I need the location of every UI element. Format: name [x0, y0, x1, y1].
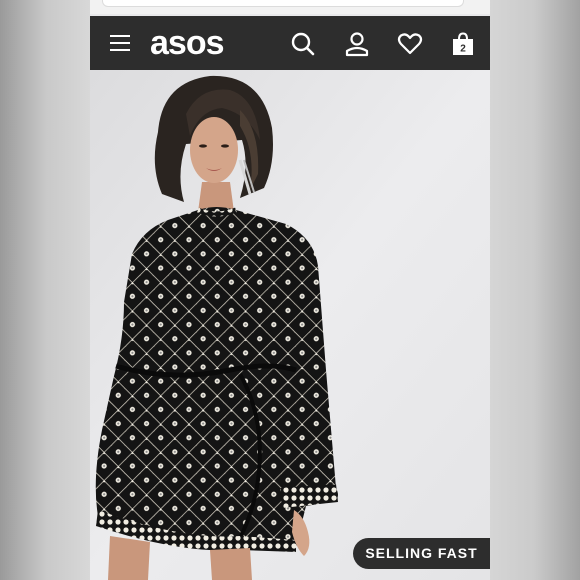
bag-count: 2 — [460, 44, 466, 55]
address-field[interactable] — [102, 0, 464, 7]
product-image[interactable] — [90, 70, 490, 580]
model-photo — [90, 70, 490, 580]
asos-logo[interactable]: asos — [150, 23, 224, 63]
selling-fast-badge: SELLING FAST — [353, 538, 490, 569]
bag-icon[interactable]: 2 — [450, 31, 476, 57]
site-header: asos 2 — [90, 16, 490, 70]
phone-screen: asos 2 SELLING FAST — [90, 0, 490, 580]
account-icon[interactable] — [344, 31, 370, 57]
browser-url-bar — [90, 0, 490, 14]
heart-icon[interactable] — [397, 31, 423, 57]
search-icon[interactable] — [290, 31, 316, 57]
menu-icon[interactable] — [110, 34, 130, 52]
